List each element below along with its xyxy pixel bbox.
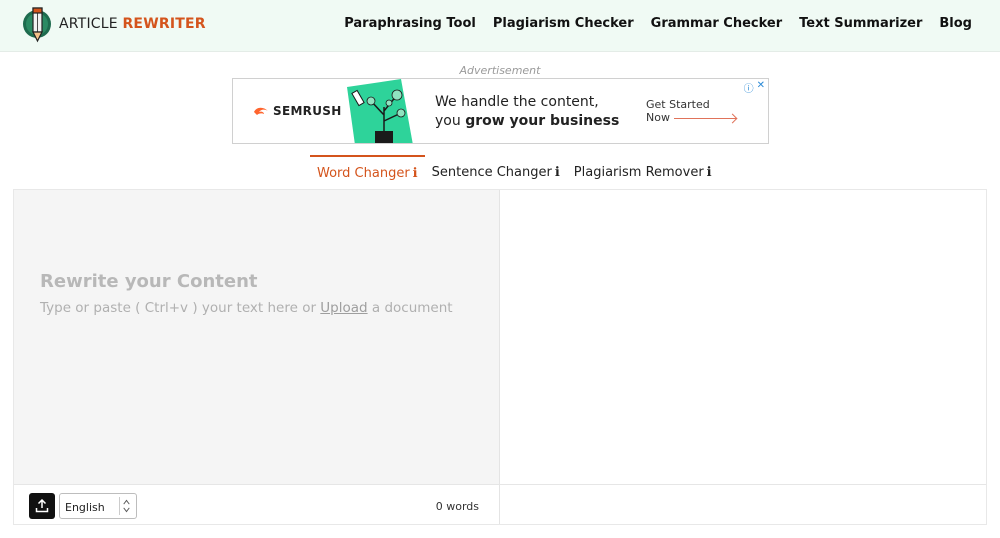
rewriter-editor: Rewrite your Content Type or paste ( Ctr… — [13, 189, 987, 525]
upload-button[interactable] — [29, 493, 55, 519]
tab-sentence-changer[interactable]: Sentence Changer ℹ — [425, 155, 567, 189]
language-select[interactable]: English — [59, 493, 137, 519]
nav-paraphrasing-tool[interactable]: Paraphrasing Tool — [344, 16, 476, 31]
site-logo[interactable]: ARTICLE REWRITER — [22, 4, 206, 44]
nav-blog[interactable]: Blog — [939, 16, 972, 31]
output-text-area — [500, 190, 986, 484]
info-icon: ℹ — [412, 166, 418, 181]
logo-pencil-icon — [23, 7, 51, 43]
tab-word-changer[interactable]: Word Changer ℹ — [310, 155, 425, 189]
upload-icon — [35, 499, 49, 513]
nav-grammar-checker[interactable]: Grammar Checker — [651, 16, 783, 31]
input-toolbar: English 0 words — [14, 484, 500, 524]
ad-brand: SEMRUSH — [253, 104, 342, 118]
nav-text-summarizer[interactable]: Text Summarizer — [799, 16, 922, 31]
mode-tabs: Word Changer ℹ Sentence Changer ℹ Plagiari… — [310, 155, 719, 189]
tab-plagiarism-remover[interactable]: Plagiarism Remover ℹ — [567, 155, 719, 189]
ad-label: Advertisement — [459, 64, 541, 77]
semrush-flame-icon — [254, 107, 268, 115]
word-count: 0 words — [435, 500, 479, 513]
arrow-right-icon — [673, 117, 736, 119]
logo-prefix: ARTICLE — [59, 16, 118, 32]
ad-copy-line1: We handle the content, — [435, 94, 599, 110]
input-text-area[interactable]: Rewrite your Content Type or paste ( Ctr… — [14, 190, 500, 484]
ad-cta-line2: Now — [646, 111, 670, 124]
ad-copy: We handle the content, you grow your bus… — [435, 93, 619, 131]
language-select-value: English — [65, 501, 105, 514]
ad-info-icon[interactable]: ⓘ — [744, 80, 754, 95]
ad-brand-name: SEMRUSH — [273, 104, 342, 118]
site-header: ARTICLE REWRITER Paraphrasing Tool Plagi… — [0, 0, 1000, 52]
output-toolbar — [500, 484, 986, 524]
input-placeholder-hint: Type or paste ( Ctrl+v ) your text here … — [40, 300, 453, 316]
info-icon: ℹ — [554, 165, 560, 180]
nav-plagiarism-checker[interactable]: Plagiarism Checker — [493, 16, 634, 31]
input-placeholder-title: Rewrite your Content — [40, 271, 258, 292]
ad-close-icon[interactable]: ✕ — [757, 80, 765, 95]
main-nav: Paraphrasing Tool Plagiarism Checker Gra… — [344, 16, 972, 31]
plant-illustration-icon — [347, 79, 413, 143]
ad-copy-line2: you — [435, 113, 466, 129]
select-arrows-icon — [119, 497, 130, 515]
logo-accent: REWRITER — [122, 16, 206, 32]
ad-controls: ⓘ ✕ — [744, 80, 765, 95]
ad-get-started-link[interactable]: Get Started Now — [646, 98, 736, 124]
info-icon: ℹ — [706, 165, 712, 180]
upload-link[interactable]: Upload — [320, 300, 367, 316]
ad-banner[interactable]: SEMRUSH We handle the content, you grow … — [232, 78, 769, 144]
ad-cta-line1: Get Started — [646, 98, 710, 111]
ad-copy-line2-bold: grow your business — [465, 113, 620, 129]
